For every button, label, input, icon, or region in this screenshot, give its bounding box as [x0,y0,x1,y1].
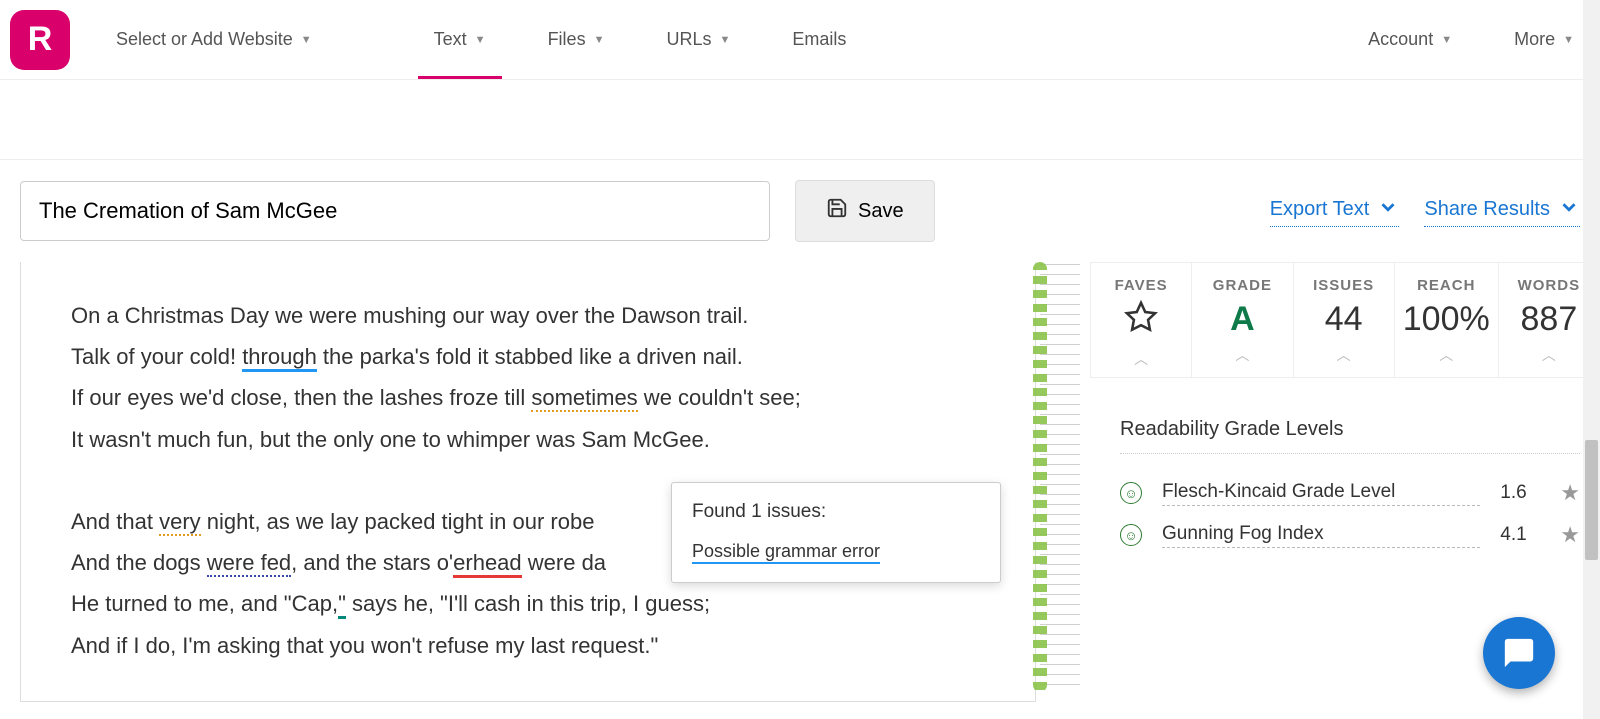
page-top-spacer [0,80,1600,160]
brand-logo: R [10,10,70,70]
nav-text[interactable]: Text ▼ [418,1,502,78]
topbar: R Select or Add Website ▼ Text ▼ Files ▼… [0,0,1600,80]
panel-heading: Readability Grade Levels [1120,418,1580,454]
tooltip-title: Found 1 issues: [692,501,980,523]
grade-name[interactable]: Flesch-Kincaid Grade Level [1162,481,1480,506]
metric-label: GRADE [1200,277,1284,294]
line: He turned to me, and "Cap," says he, "I'… [71,586,985,621]
scrollbar-vertical[interactable] [1583,0,1600,719]
nav-urls[interactable]: URLs ▼ [650,1,746,78]
line: If our eyes we'd close, then the lashes … [71,380,985,415]
save-button-label: Save [858,200,904,223]
nav-more-label: More [1514,29,1555,50]
nav-text-label: Text [434,29,467,50]
chevron-up-icon: ︿ [1507,345,1591,365]
metric-value: 887 [1507,300,1591,339]
grade-name[interactable]: Gunning Fog Index [1162,523,1480,548]
export-text-label: Export Text [1270,198,1370,221]
grade-value: 4.1 [1500,524,1540,546]
metric-value: 44 [1302,300,1386,339]
grade-value: 1.6 [1500,482,1540,504]
site-selector[interactable]: Select or Add Website ▼ [100,1,328,78]
metric-label: WORDS [1507,277,1591,294]
grade-row: ☺ Flesch-Kincaid Grade Level 1.6 ★ [1120,472,1580,514]
caret-down-icon: ▼ [475,34,486,46]
issue-highlight[interactable]: were fed [207,550,291,577]
tooltip-body[interactable]: Possible grammar error [692,541,880,564]
metric-issues[interactable]: ISSUES 44 ︿ [1294,263,1395,377]
star-icon[interactable]: ★ [1560,480,1580,506]
toolbar: Save Export Text Share Results [0,160,1600,262]
chevron-up-icon: ︿ [1200,345,1284,365]
save-button[interactable]: Save [795,180,935,242]
caret-down-icon: ▼ [1563,34,1574,46]
export-text-dropdown[interactable]: Export Text [1270,196,1400,227]
nav-more[interactable]: More ▼ [1498,1,1590,78]
sidebar: FAVES ︿ GRADE A ︿ ISSUES 44 ︿ REACH 100%… [1080,262,1600,556]
line: And if I do, I'm asking that you won't r… [71,628,985,663]
nav-emails[interactable]: Emails [776,1,862,78]
metric-reach[interactable]: REACH 100% ︿ [1395,263,1499,377]
metric-value: A [1200,300,1284,339]
main-row: On a Christmas Day we were mushing our w… [0,262,1600,702]
smile-icon: ☺ [1120,524,1142,546]
caret-down-icon: ▼ [719,34,730,46]
editor-minimap[interactable] [1040,262,1080,692]
caret-down-icon: ▼ [301,34,312,46]
issue-highlight[interactable]: sometimes [531,385,637,412]
share-results-label: Share Results [1424,198,1550,221]
share-results-dropdown[interactable]: Share Results [1424,196,1580,227]
grade-row: ☺ Gunning Fog Index 4.1 ★ [1120,514,1580,556]
line: On a Christmas Day we were mushing our w… [71,298,985,333]
caret-down-icon: ▼ [594,34,605,46]
chevron-up-icon: ︿ [1099,349,1183,369]
site-selector-label: Select or Add Website [116,29,293,50]
metric-faves[interactable]: FAVES ︿ [1091,263,1192,377]
editor[interactable]: On a Christmas Day we were mushing our w… [20,262,1036,702]
chat-icon [1502,636,1536,670]
caret-down-icon: ▼ [1441,34,1452,46]
line: Talk of your cold! through the parka's f… [71,339,985,374]
star-icon[interactable]: ★ [1560,522,1580,548]
readability-panel: Readability Grade Levels ☺ Flesch-Kincai… [1100,398,1600,556]
save-icon [826,197,848,225]
scrollbar-thumb[interactable] [1585,440,1598,560]
issue-tooltip: Found 1 issues: Possible grammar error [671,482,1001,583]
faves-star[interactable] [1099,300,1183,343]
nav-emails-label: Emails [792,29,846,50]
issue-highlight[interactable]: very [159,509,201,536]
metric-label: ISSUES [1302,277,1386,294]
chevron-up-icon: ︿ [1403,345,1490,365]
nav-files-label: Files [548,29,586,50]
nav-account[interactable]: Account ▼ [1352,1,1468,78]
metric-grade[interactable]: GRADE A ︿ [1192,263,1293,377]
chevron-up-icon: ︿ [1302,345,1386,365]
chat-fab[interactable] [1483,617,1555,689]
line: It wasn't much fun, but the only one to … [71,422,985,457]
issue-highlight[interactable]: erhead [453,550,522,578]
title-input[interactable] [20,181,770,241]
issue-highlight[interactable]: through [242,344,317,372]
chevron-down-icon [1558,196,1580,224]
star-outline-icon [1124,300,1158,334]
nav-account-label: Account [1368,29,1433,50]
smile-icon: ☺ [1120,482,1142,504]
chevron-down-icon [1377,196,1399,224]
nav-files[interactable]: Files ▼ [532,1,621,78]
nav-urls-label: URLs [666,29,711,50]
metric-value: 100% [1403,300,1490,339]
metric-label: REACH [1403,277,1490,294]
metric-label: FAVES [1099,277,1183,294]
issue-highlight[interactable]: " [338,591,346,619]
metrics-bar: FAVES ︿ GRADE A ︿ ISSUES 44 ︿ REACH 100%… [1090,262,1600,378]
